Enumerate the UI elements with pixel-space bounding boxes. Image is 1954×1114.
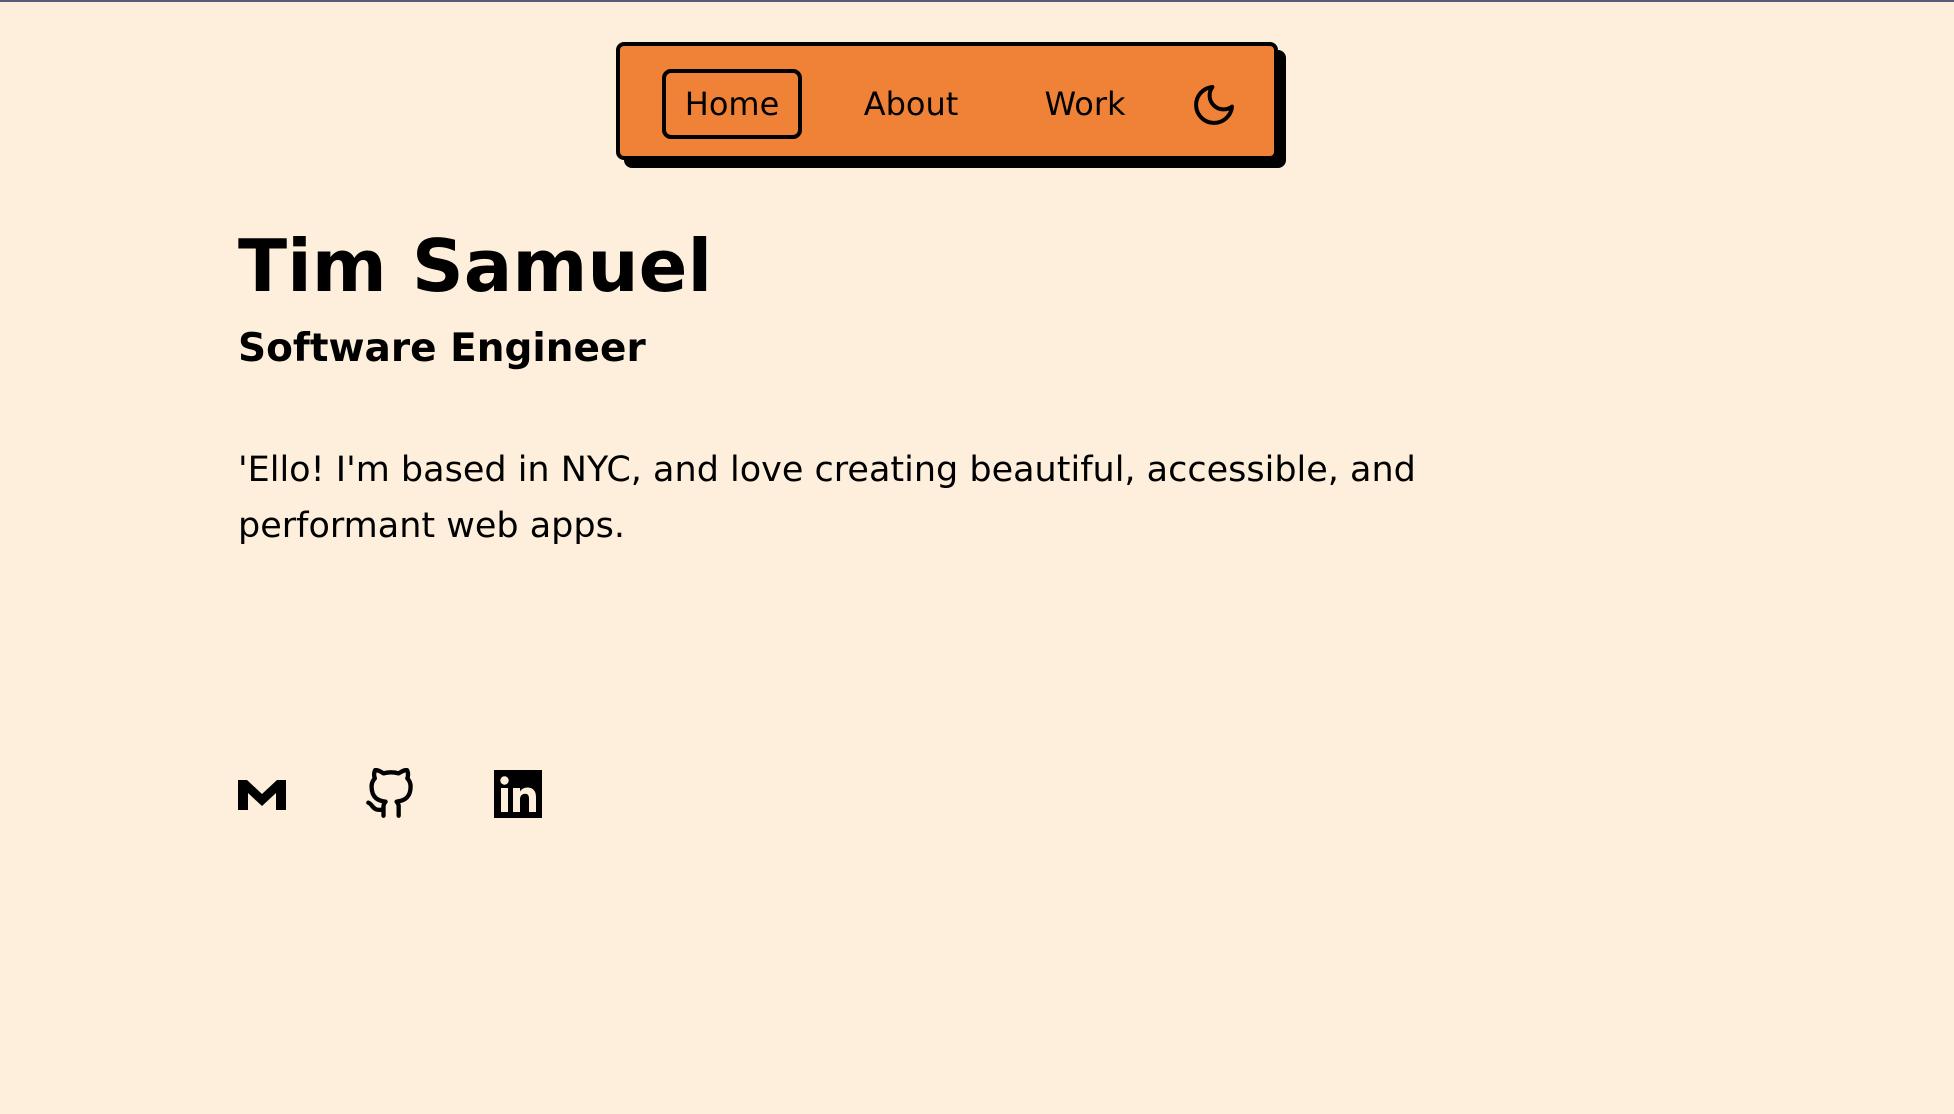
intro-text: 'Ello! I'm based in NYC, and love creati… bbox=[238, 450, 1416, 546]
main-nav: Home About Work bbox=[616, 42, 1278, 160]
top-border bbox=[0, 0, 1954, 2]
github-icon bbox=[366, 768, 413, 818]
github-link[interactable] bbox=[364, 768, 416, 820]
email-link[interactable] bbox=[236, 768, 288, 820]
theme-toggle-button[interactable] bbox=[1190, 81, 1238, 129]
page-title: Tim Samuel bbox=[238, 224, 713, 308]
linkedin-icon bbox=[494, 770, 542, 818]
moon-icon bbox=[1194, 85, 1234, 125]
gmail-icon bbox=[238, 780, 286, 810]
nav-item-work[interactable]: Work bbox=[1026, 69, 1144, 139]
nav-item-about[interactable]: About bbox=[846, 69, 976, 139]
nav-item-home[interactable]: Home bbox=[662, 69, 802, 139]
job-title: Software Engineer bbox=[238, 326, 646, 371]
linkedin-link[interactable] bbox=[492, 768, 544, 820]
